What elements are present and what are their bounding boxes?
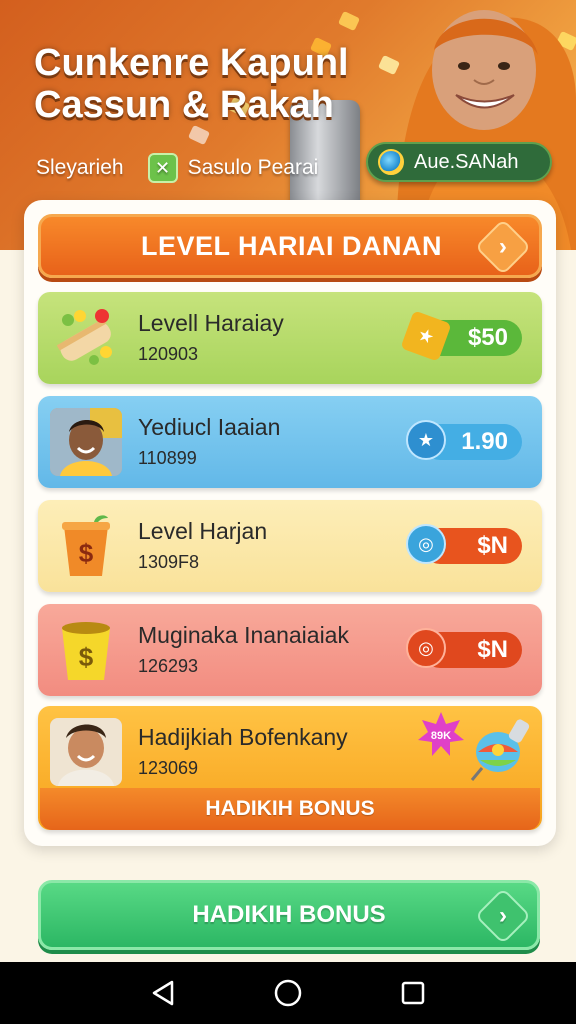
fruit-roll-icon (50, 304, 122, 372)
row-subtitle: 123069 (138, 758, 199, 778)
dollar-bucket-icon: $ (50, 616, 122, 684)
chevron-right-icon: › (474, 218, 532, 276)
target-icon: ◎ (406, 628, 446, 668)
list-item[interactable]: $ Level Harjan 1309F8 ◎ $N (38, 500, 542, 592)
star-badge-icon: ★ (406, 420, 446, 460)
dollar-cup-icon: $ (50, 512, 122, 580)
svg-text:$: $ (79, 642, 94, 672)
system-nav-bar (0, 962, 576, 1024)
account-badge[interactable]: Aue.SANah (366, 142, 552, 182)
chevron-right-icon: › (474, 887, 532, 945)
target-icon: ◎ (406, 524, 446, 564)
star-icon: ★ (400, 310, 452, 362)
bonus-cta-button[interactable]: HADIKIH BONUS › (38, 880, 540, 950)
header-subrow: Sleyarieh ✕ Sasulo Pearai (36, 153, 318, 183)
row-subtitle: 126293 (138, 656, 199, 676)
row-title: Level Harjan (138, 518, 268, 544)
cta-label: HADIKIH BONUS (192, 901, 386, 928)
row-subtitle: 120903 (138, 344, 199, 364)
levels-card: LEVEL HARIAI DANAN › Levell Haraiay 1209… (24, 200, 556, 846)
spinning-top-toy-icon (470, 719, 530, 781)
row-title: Muginaka Inanaiaiak (138, 622, 349, 648)
coin-icon (378, 149, 404, 175)
list-item-bonus[interactable]: Hadijkiah Bofenkany 123069 89K HADIKIH B… (38, 706, 542, 830)
level-banner-button[interactable]: LEVEL HARIAI DANAN › (38, 214, 542, 278)
reward-badge[interactable]: ★ 1.90 (406, 420, 522, 460)
person-avatar (50, 408, 122, 476)
row-title: Hadijkiah Bofenkany (138, 724, 348, 750)
recents-icon[interactable] (393, 973, 433, 1013)
row-title: Levell Haraiay (138, 310, 284, 336)
page-title: Cunkenre Kapunl Cassun & Rakah (34, 42, 349, 126)
header-left-label: Sleyarieh (36, 156, 124, 179)
header-check-label: Sasulo Pearai (187, 156, 319, 179)
check-icon[interactable]: ✕ (147, 153, 178, 183)
banner-label: LEVEL HARIAI DANAN (141, 230, 443, 261)
confetti-decoration (187, 124, 211, 146)
account-badge-label: Aue.SANah (414, 150, 519, 173)
burst-badge-icon: 89K (418, 712, 464, 756)
reward-badge[interactable]: ◎ $N (406, 524, 522, 564)
person-avatar (50, 718, 122, 786)
svg-text:89K: 89K (431, 730, 451, 742)
back-icon[interactable] (143, 973, 183, 1013)
home-icon[interactable] (268, 973, 308, 1013)
row-title: Yediucl Iaaian (138, 414, 281, 440)
svg-text:$: $ (79, 538, 94, 568)
reward-badge[interactable]: ◎ $N (406, 628, 522, 668)
list-item[interactable]: $ Muginaka Inanaiaiak 126293 ◎ $N (38, 604, 542, 696)
list-item[interactable]: Yediucl Iaaian 110899 ★ 1.90 (38, 396, 542, 488)
row-bonus-button[interactable]: HADIKIH BONUS (40, 788, 540, 830)
reward-badge[interactable]: ★ $50 (400, 310, 522, 362)
row-subtitle: 1309F8 (138, 552, 200, 572)
list-item[interactable]: Levell Haraiay 120903 ★ $50 (38, 292, 542, 384)
row-subtitle: 110899 (138, 448, 197, 468)
